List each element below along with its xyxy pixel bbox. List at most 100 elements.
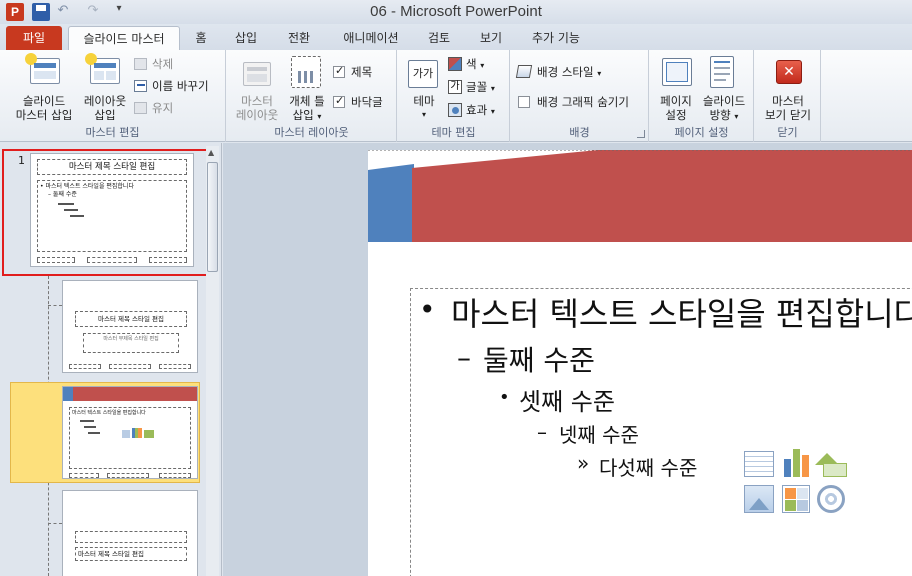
ribbon-tabs: 파일 슬라이드 마스터 홈 삽입 전환 애니메이션 검토 보기 추가 기능	[0, 24, 912, 50]
group-edit-master: 슬라이드 마스터 삽입 레이아웃 삽입 삭제 이름 바꾸기 유지 마스터 편집	[0, 50, 226, 142]
page-setup-icon	[662, 58, 692, 86]
insert-table-icon[interactable]	[744, 451, 774, 477]
layout-thumbnail-section[interactable]: 마스터 제목 스타일 편집	[62, 490, 198, 576]
thumb-layout1-subtitle: 마스터 부제목 스타일 편집	[83, 333, 179, 353]
master-layout-button[interactable]: 마스터 레이아웃	[231, 54, 283, 124]
tab-view[interactable]: 보기	[472, 26, 510, 50]
insert-placeholder-label-2: 삽입 ▾	[283, 108, 331, 124]
hide-background-label: 배경 그래픽 숨기기	[537, 95, 629, 109]
tab-review[interactable]: 검토	[420, 26, 458, 50]
background-styles-button[interactable]: 배경 스타일 ▾	[515, 64, 627, 80]
group-label-background: 배경	[569, 126, 590, 139]
bullet-level-2: –	[457, 341, 471, 374]
bullet-level-1: •	[419, 293, 436, 326]
footers-checkbox[interactable]	[333, 94, 345, 108]
insert-placeholder-label-2-text: 삽입	[292, 108, 314, 122]
effects-button[interactable]: 효과 ▾	[448, 102, 504, 118]
tab-transitions[interactable]: 전환	[280, 26, 318, 50]
dropdown-arrow-icon: ▾	[597, 69, 602, 78]
placeholder-icon	[291, 56, 321, 88]
text-level-3: 셋째 수준	[519, 388, 615, 416]
master-layout-icon	[243, 62, 271, 86]
text-level-4: 넷째 수준	[559, 423, 639, 447]
layout-thumbnail-content[interactable]: 마스터 텍스트 스타일을 편집합니다	[62, 386, 198, 479]
slide-orientation-button[interactable]: 슬라이드 방향 ▾	[698, 54, 750, 124]
close-icon: ✕	[776, 60, 802, 84]
rename-icon	[134, 80, 147, 92]
preserve-label: 유지	[152, 101, 174, 115]
thumb-layout3-title: 마스터 제목 스타일 편집	[75, 547, 187, 561]
page-setup-label-1: 페이지	[660, 94, 692, 108]
slide-orientation-label-2: 방향 ▾	[698, 108, 750, 124]
colors-icon	[448, 57, 462, 71]
tab-file[interactable]: 파일	[6, 26, 62, 50]
slide-orientation-label-1: 슬라이드	[702, 94, 746, 108]
bullet-level-3: •	[499, 387, 510, 408]
dropdown-arrow-icon: ▾	[490, 84, 495, 93]
body-placeholder[interactable]: • 마스터 텍스트 스타일을 편집합니다 – 둘째 수준 • 셋째 수준 – 넷…	[410, 288, 912, 576]
tab-home[interactable]: 홈	[186, 26, 216, 50]
orientation-icon	[710, 56, 734, 88]
page-setup-label-2: 설정	[665, 108, 687, 122]
rename-button[interactable]: 이름 바꾸기	[134, 78, 224, 94]
title-checkbox-row[interactable]: 제목	[331, 64, 391, 80]
group-master-layout: 마스터 레이아웃 개체 틀 삽입 ▾ 제목 바닥글 마스터 레이아웃	[227, 50, 397, 142]
close-master-view-button[interactable]: ✕ 마스터 보기 닫기	[757, 54, 819, 124]
preserve-icon	[134, 102, 147, 114]
delete-icon	[134, 58, 147, 70]
insert-picture-icon[interactable]	[744, 485, 774, 513]
text-level-2: 둘째 수준	[483, 344, 595, 377]
rename-label: 이름 바꾸기	[152, 79, 209, 93]
master-layout-label-1: 마스터	[241, 94, 273, 108]
effects-label-text: 효과	[466, 103, 488, 117]
scroll-up-icon[interactable]: ▲	[208, 148, 214, 157]
footers-checkbox-row[interactable]: 바닥글	[331, 94, 395, 110]
themes-label: 테마	[413, 94, 435, 108]
colors-button[interactable]: 색 ▾	[448, 56, 504, 72]
slide-master-editor[interactable]: • 마스터 텍스트 스타일을 편집합니다 – 둘째 수준 • 셋째 수준 – 넷…	[368, 150, 912, 576]
ribbon: 슬라이드 마스터 삽입 레이아웃 삽입 삭제 이름 바꾸기 유지 마스터 편집 …	[0, 50, 912, 142]
scroll-thumb[interactable]	[207, 162, 218, 272]
group-label-master-layout: 마스터 레이아웃	[274, 126, 349, 139]
thumbnail-scrollbar[interactable]: ▲	[206, 146, 219, 576]
insert-chart-icon[interactable]	[782, 447, 812, 477]
insert-slide-master-button[interactable]: 슬라이드 마스터 삽입	[8, 53, 80, 124]
thumbnail-pane[interactable]: 1 마스터 제목 스타일 편집 • 마스터 텍스트 스타일을 편집합니다 – 둘…	[0, 143, 222, 576]
hide-background-row[interactable]: 배경 그래픽 숨기기	[517, 94, 645, 110]
page-setup-button[interactable]: 페이지 설정	[654, 54, 698, 124]
blue-shape	[368, 164, 414, 242]
fonts-button[interactable]: 가 글꼴 ▾	[448, 79, 504, 95]
themes-icon: 가가	[408, 60, 438, 88]
delete-label: 삭제	[152, 57, 174, 71]
effects-icon	[448, 103, 462, 117]
group-background: 배경 스타일 ▾ 배경 그래픽 숨기기 배경	[511, 50, 649, 142]
insert-layout-button[interactable]: 레이아웃 삽입	[78, 53, 132, 124]
insert-media-icon[interactable]	[817, 485, 845, 513]
dropdown-arrow-icon: ▾	[734, 112, 739, 121]
layout-icon	[85, 53, 120, 84]
tab-animations[interactable]: 애니메이션	[334, 26, 408, 50]
group-edit-theme: 가가 테마 ▾ 색 ▾ 가 글꼴 ▾ 효과 ▾ 테마 편집	[398, 50, 510, 142]
close-master-label-1: 마스터	[772, 94, 804, 108]
dropdown-arrow-icon: ▾	[490, 107, 495, 116]
hide-background-checkbox[interactable]	[518, 96, 530, 108]
fonts-icon: 가	[448, 80, 462, 94]
insert-clipart-icon[interactable]	[782, 485, 810, 513]
close-master-label-2: 보기 닫기	[765, 108, 811, 122]
insert-layout-label-1: 레이아웃	[83, 94, 127, 108]
group-close: ✕ 마스터 보기 닫기 닫기	[755, 50, 821, 142]
slide-orientation-label-2-text: 방향	[709, 108, 731, 122]
tab-addins[interactable]: 추가 기능	[524, 26, 588, 50]
tab-insert[interactable]: 삽입	[228, 26, 264, 50]
insert-placeholder-label-1: 개체 틀	[289, 94, 325, 108]
insert-placeholder-button[interactable]: 개체 틀 삽입 ▾	[283, 54, 331, 124]
layout-thumbnail-title[interactable]: 마스터 제목 스타일 편집 마스터 부제목 스타일 편집	[62, 280, 198, 373]
tab-slide-master[interactable]: 슬라이드 마스터	[68, 26, 180, 50]
fonts-label-text: 글꼴	[466, 80, 488, 94]
preserve-button[interactable]: 유지	[134, 100, 214, 116]
dropdown-arrow-icon: ▾	[317, 112, 322, 121]
delete-button[interactable]: 삭제	[134, 56, 214, 72]
insert-smartart-icon[interactable]	[815, 453, 847, 477]
title-checkbox[interactable]	[333, 64, 345, 78]
themes-button[interactable]: 가가 테마 ▾	[406, 54, 442, 124]
